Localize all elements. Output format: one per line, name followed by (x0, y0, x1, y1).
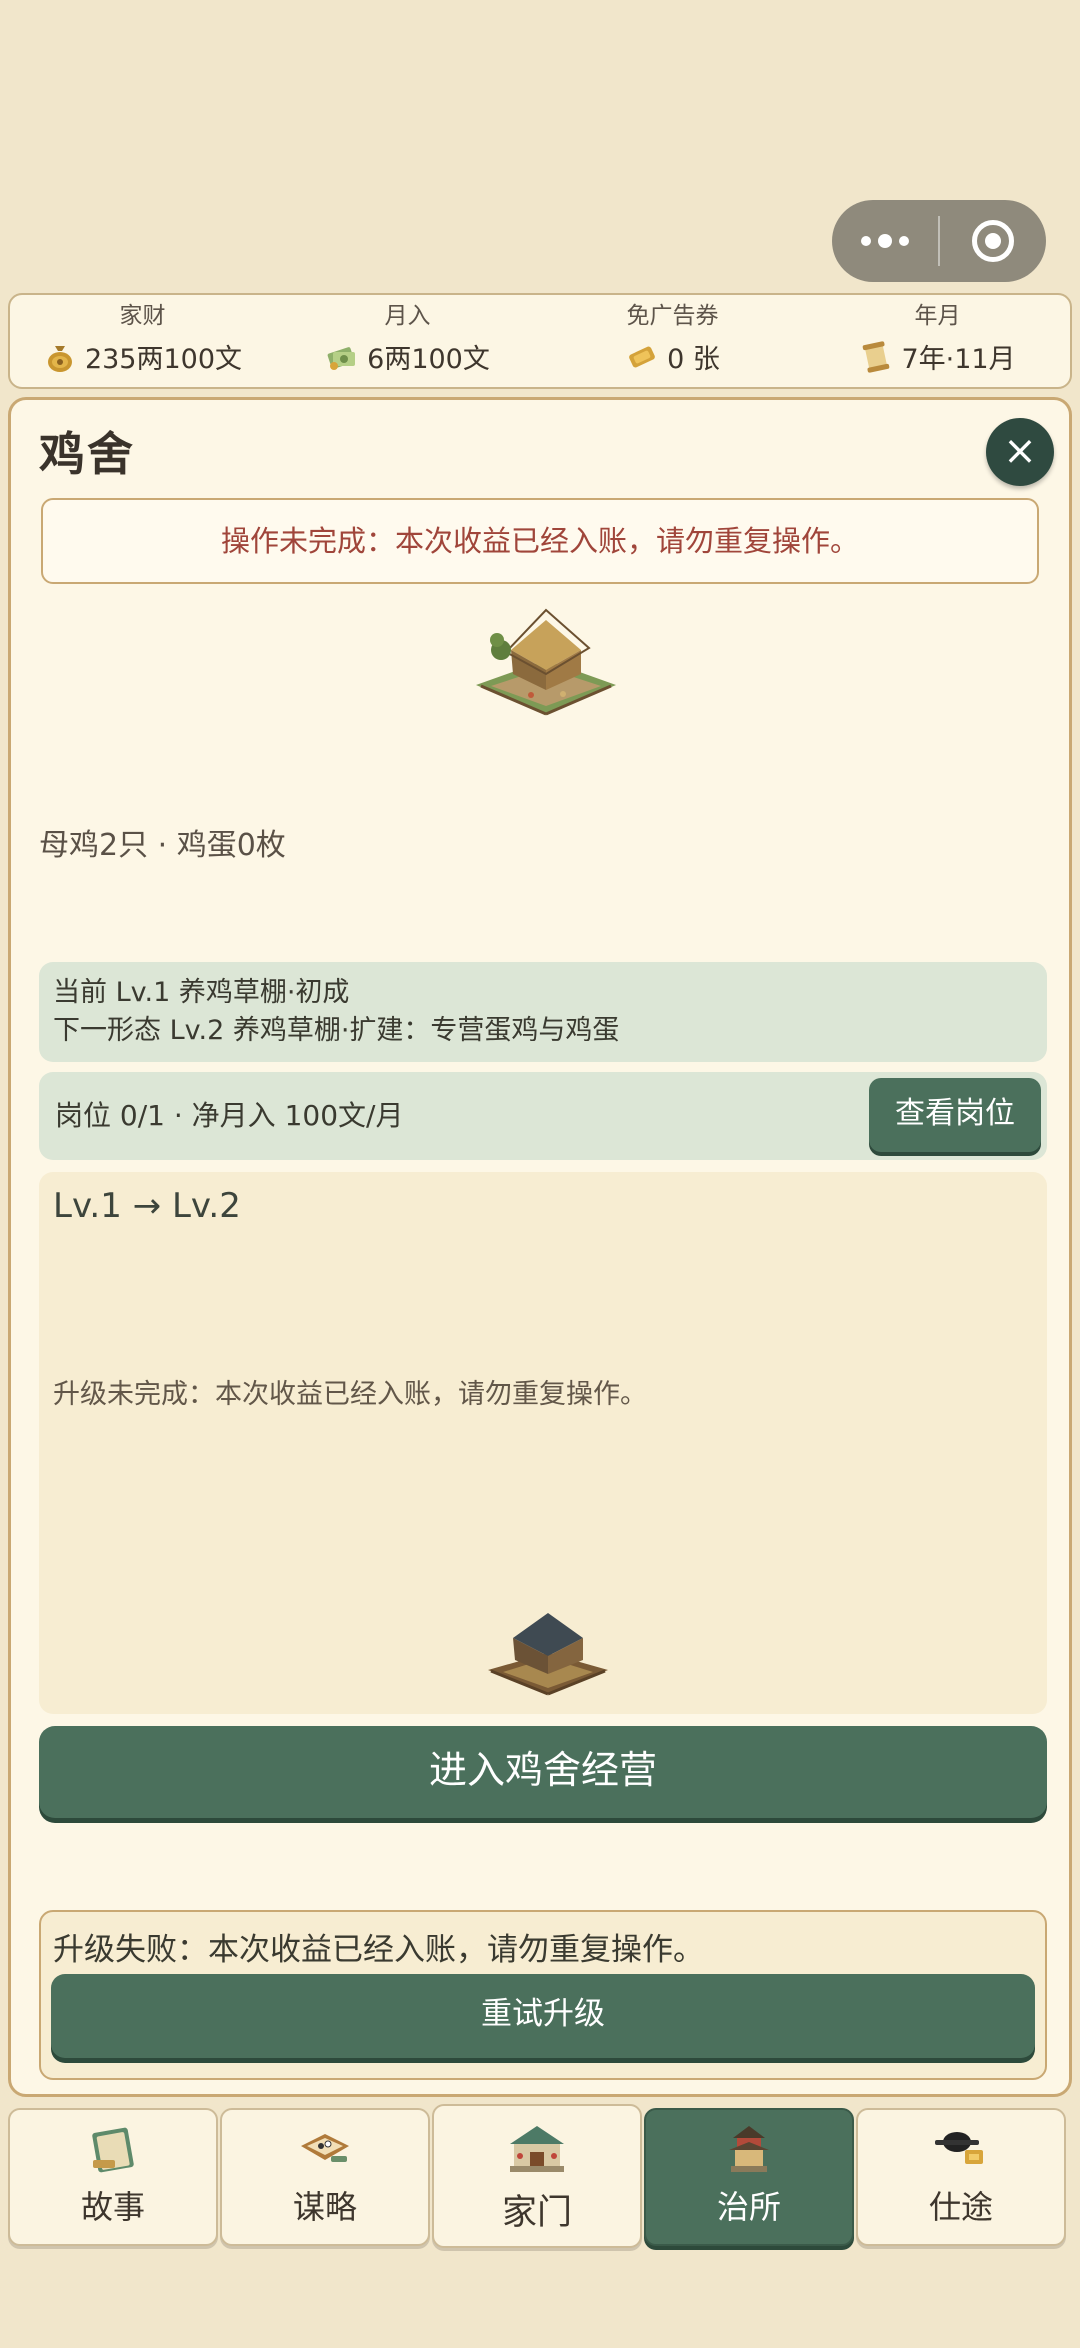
stat-label: 家财 (119, 303, 166, 329)
chicken-coop-panel: 鸡舍 × 操作未完成：本次收益已经入账，请勿重复操作。 母鸡2只 · 鸡蛋0枚 … (8, 397, 1072, 2097)
post-info-text: 岗位 0/1 · 净月入 100文/月 (55, 1099, 404, 1132)
bottom-tab-bar: 故事 谋略 家门 治所 仕途 (8, 2104, 1072, 2248)
official-hat-icon (935, 2132, 983, 2164)
tab-story[interactable]: 故事 (8, 2108, 218, 2246)
stats-bar: 家财 235两100文 月入 6两100文 免广告券 0 张 年月 7年·11月 (8, 293, 1072, 389)
tab-label: 仕途 (928, 2188, 993, 2226)
stat-label: 月入 (384, 303, 431, 329)
stat-value: 235两100文 (84, 344, 243, 375)
stat-label: 年月 (914, 303, 961, 329)
tab-family[interactable]: 家门 (432, 2104, 642, 2248)
close-button[interactable]: × (986, 418, 1054, 486)
current-form-text: 当前 Lv.1 养鸡草棚·初成 (53, 977, 350, 1008)
exit-icon[interactable] (940, 200, 1046, 282)
stat-value: 7年·11月 (901, 344, 1016, 375)
upgrade-fail-box: 升级失败：本次收益已经入账，请勿重复操作。 重试升级 (39, 1910, 1047, 2080)
stat-value: 0 张 (667, 344, 720, 375)
post-info-row: 岗位 0/1 · 净月入 100文/月 查看岗位 (39, 1072, 1047, 1160)
coupon-icon (629, 346, 655, 367)
panel-title: 鸡舍 (39, 427, 135, 481)
strategy-scroll-icon (301, 2134, 349, 2162)
chicken-egg-count: 母鸡2只 · 鸡蛋0枚 (39, 828, 286, 863)
mini-program-capsule (832, 200, 1046, 282)
upgrade-status-message: 升级未完成：本次收益已经入账，请勿重复操作。 (53, 1379, 647, 1410)
warning-message: 操作未完成：本次收益已经入账，请勿重复操作。 (41, 498, 1039, 584)
tab-label: 治所 (716, 2188, 781, 2226)
upgrade-levels: Lv.1 → Lv.2 (53, 1186, 241, 1226)
house-icon (510, 2126, 564, 2172)
more-icon[interactable] (832, 200, 938, 282)
fail-message: 升级失败：本次收益已经入账，请勿重复操作。 (53, 1932, 704, 1968)
book-icon (92, 2127, 134, 2173)
stat-ad-coupon: 免广告券 0 张 (540, 295, 805, 387)
stat-label: 免广告券 (626, 303, 719, 329)
tab-label: 谋略 (292, 2188, 357, 2226)
pavilion-icon (729, 2126, 769, 2172)
next-form-text: 下一形态 Lv.2 养鸡草棚·扩建：专营蛋鸡与鸡蛋 (53, 1015, 620, 1046)
tab-label: 家门 (501, 2193, 572, 2233)
tab-office[interactable]: 治所 (644, 2108, 854, 2246)
scroll-icon (863, 340, 890, 373)
stat-wealth: 家财 235两100文 (10, 295, 275, 387)
money-bag-icon (47, 345, 72, 372)
stat-date: 年月 7年·11月 (805, 295, 1070, 387)
tab-label: 故事 (80, 2188, 145, 2226)
view-post-button[interactable]: 查看岗位 (869, 1078, 1041, 1152)
upgrade-section: Lv.1 → Lv.2 升级未完成：本次收益已经入账，请勿重复操作。 (39, 1172, 1047, 1714)
enter-coop-button[interactable]: 进入鸡舍经营 (39, 1726, 1047, 1818)
stat-income: 月入 6两100文 (275, 295, 540, 387)
upgraded-coop-image (488, 1613, 608, 1696)
form-info: 当前 Lv.1 养鸡草棚·初成 下一形态 Lv.2 养鸡草棚·扩建：专营蛋鸡与鸡… (39, 962, 1047, 1062)
retry-upgrade-button[interactable]: 重试升级 (51, 1974, 1035, 2058)
tab-strategy[interactable]: 谋略 (220, 2108, 430, 2246)
tab-career[interactable]: 仕途 (856, 2108, 1066, 2246)
chicken-coop-image (476, 608, 616, 716)
stat-value: 6两100文 (367, 344, 490, 375)
banknote-icon (327, 346, 356, 370)
